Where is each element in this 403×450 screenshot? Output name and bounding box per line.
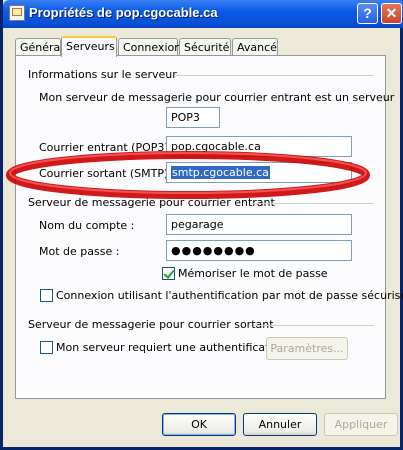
incoming-type-field: POP3 [166, 107, 220, 128]
remember-password-checkbox[interactable] [162, 267, 175, 280]
outgoing-server-label: Courrier sortant (SMTP) : [39, 167, 176, 180]
ok-button[interactable]: OK [162, 413, 236, 436]
close-button[interactable]: ✕ [381, 3, 402, 24]
divider [252, 203, 374, 204]
servers-panel: Informations sur le serveur Mon serveur … [15, 55, 403, 399]
incoming-server-heading: Serveur de messagerie pour courrier entr… [28, 196, 275, 209]
tab-general[interactable]: Général [15, 38, 63, 55]
smtp-auth-label[interactable]: Mon serveur requiert une authentificatio… [56, 341, 286, 354]
spa-label[interactable]: Connexion utilisant l'authentification p… [56, 289, 403, 302]
properties-dialog: Propriétés de pop.cgocable.ca ? ✕ Généra… [0, 0, 403, 450]
password-input[interactable]: ●●●●●●●● [166, 240, 352, 261]
incoming-server-input[interactable]: pop.cgocable.ca [166, 136, 352, 157]
smtp-auth-checkbox[interactable] [40, 341, 53, 354]
tab-servers[interactable]: Serveurs [61, 36, 117, 57]
title-bar: Propriétés de pop.cgocable.ca ? ✕ [3, 0, 403, 28]
divider [254, 325, 374, 326]
remember-password-label[interactable]: Mémoriser le mot de passe [178, 267, 328, 280]
outgoing-server-heading: Serveur de messagerie pour courrier sort… [28, 318, 274, 331]
outgoing-server-value: smtp.cgocable.ca [171, 166, 270, 179]
incoming-type-label: Mon serveur de messagerie pour courrier … [39, 91, 395, 104]
mail-account-icon [9, 5, 25, 21]
account-name-input[interactable]: pegarage [166, 214, 352, 235]
cancel-button[interactable]: Annuler [243, 413, 317, 436]
spa-checkbox[interactable] [40, 289, 53, 302]
tab-advanced[interactable]: Avancé [232, 38, 278, 55]
outgoing-server-input[interactable]: smtp.cgocable.ca [166, 162, 352, 183]
window-title: Propriétés de pop.cgocable.ca [29, 5, 218, 20]
apply-button[interactable]: Appliquer [324, 413, 398, 436]
incoming-server-label: Courrier entrant (POP3) : [39, 141, 176, 154]
divider [176, 75, 374, 76]
help-button[interactable]: ? [357, 3, 378, 24]
tab-security[interactable]: Sécurité [179, 38, 231, 55]
settings-button[interactable]: Paramètres... [266, 337, 348, 360]
tab-connection[interactable]: Connexion [118, 38, 181, 55]
server-info-heading: Informations sur le serveur [28, 68, 177, 81]
password-label: Mot de passe : [39, 245, 120, 258]
account-name-label: Nom du compte : [39, 219, 135, 232]
